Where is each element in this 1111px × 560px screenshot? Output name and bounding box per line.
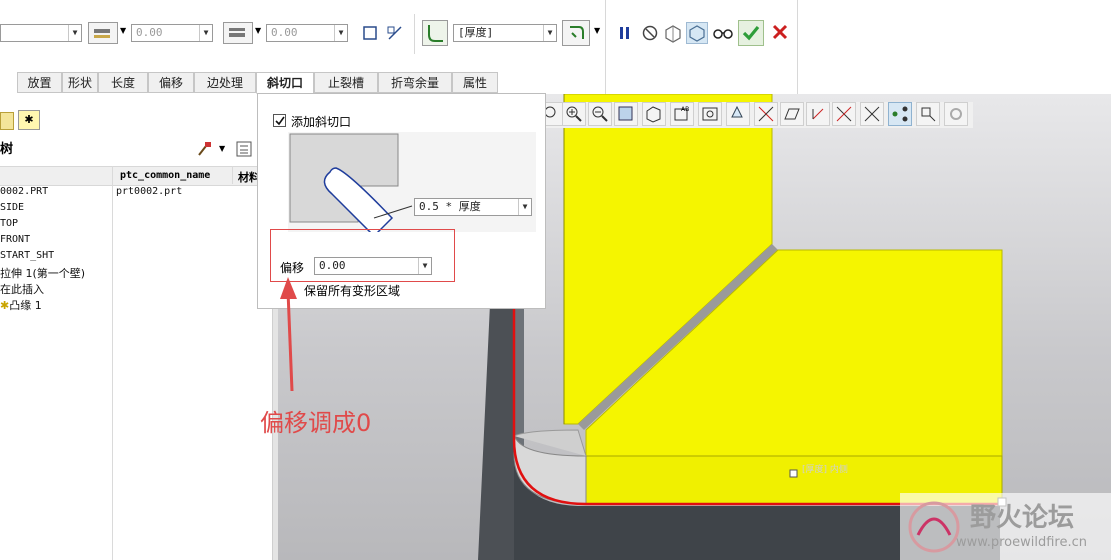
refit-icon[interactable] bbox=[614, 102, 638, 126]
thickness-combo-1[interactable]: 0.00 ▼ bbox=[131, 24, 213, 42]
point-display-icon[interactable] bbox=[860, 102, 884, 126]
watermark-url: www.proewildfire.cn bbox=[956, 535, 1087, 550]
x-cancel-icon bbox=[772, 24, 788, 40]
bend-radius-button[interactable] bbox=[422, 20, 448, 46]
annotation-arrow bbox=[280, 277, 297, 392]
no-entry-icon[interactable] bbox=[641, 24, 659, 42]
settings-star-icon[interactable]: ✱ bbox=[18, 110, 40, 130]
csys-display-icon[interactable] bbox=[916, 102, 940, 126]
settings-gear-icon[interactable] bbox=[944, 102, 968, 126]
watermark-title: 野火论坛 bbox=[970, 503, 1075, 533]
chevron-down-icon: ▼ bbox=[68, 25, 81, 41]
tree-row[interactable]: 0002.PRT bbox=[0, 186, 48, 197]
tree-title: 树 bbox=[0, 142, 14, 157]
divider bbox=[232, 166, 233, 184]
geometry-preview-icon[interactable] bbox=[662, 22, 684, 44]
tab-relief[interactable]: 止裂槽 bbox=[314, 72, 378, 93]
annotation-text: 偏移调成0 bbox=[260, 409, 372, 437]
thickness-combo-2[interactable]: 0.00 ▼ bbox=[266, 24, 348, 42]
tab-shape[interactable]: 形状 bbox=[62, 72, 98, 93]
verify-glasses-icon[interactable] bbox=[712, 24, 734, 42]
annotation-display-icon[interactable] bbox=[832, 102, 856, 126]
star-icon: ✱ bbox=[0, 299, 10, 312]
chevron-down-icon: ▼ bbox=[543, 25, 556, 41]
tab-offset[interactable]: 偏移 bbox=[148, 72, 194, 93]
checkmark-icon bbox=[742, 25, 760, 41]
svg-text:AB: AB bbox=[681, 106, 689, 113]
chevron-down-icon[interactable]: ▼ bbox=[219, 144, 225, 153]
left-combo[interactable]: ▼ bbox=[0, 24, 82, 42]
chevron-down-icon: ▼ bbox=[518, 199, 531, 215]
tree-settings-icon[interactable] bbox=[196, 140, 214, 158]
watermark: 野火论坛 www.proewildfire.cn bbox=[900, 493, 1111, 560]
tab-length[interactable]: 长度 bbox=[98, 72, 148, 93]
chevron-down-icon[interactable]: ▼ bbox=[255, 26, 261, 35]
profile-sketch-icon[interactable] bbox=[362, 24, 380, 42]
display-style-icon[interactable] bbox=[698, 102, 722, 126]
tree-row-label: 凸缘 1 bbox=[9, 299, 42, 312]
tab-bend-allowance[interactable]: 折弯余量 bbox=[378, 72, 452, 93]
tree-columns-icon[interactable] bbox=[236, 140, 252, 158]
chevron-down-icon: ▼ bbox=[418, 258, 431, 274]
flip-direction-icon[interactable] bbox=[386, 24, 404, 42]
chevron-down-icon[interactable]: ▼ bbox=[120, 26, 126, 35]
forum-logo-icon bbox=[908, 501, 960, 553]
saved-views-icon[interactable]: AB bbox=[670, 102, 694, 126]
add-miter-label: 添加斜切口 bbox=[291, 115, 352, 129]
tab-miter-cuts[interactable]: 斜切口 bbox=[256, 72, 314, 94]
tree-row[interactable]: SIDE bbox=[0, 202, 24, 213]
datum-axes-icon[interactable] bbox=[754, 102, 778, 126]
chevron-down-icon: ▼ bbox=[199, 25, 212, 41]
datum-planes-icon[interactable] bbox=[726, 102, 750, 126]
reorient-icon[interactable] bbox=[642, 102, 666, 126]
tree-row[interactable]: 在此插入 bbox=[0, 281, 44, 297]
divider bbox=[112, 166, 113, 560]
miter-width-combo[interactable]: 0.5 * 厚度 ▼ bbox=[414, 198, 532, 216]
tab-properties[interactable]: 属性 bbox=[452, 72, 498, 93]
offset-label: 偏移 bbox=[280, 261, 305, 275]
spin-center-icon[interactable] bbox=[888, 102, 912, 126]
keep-zones-label: 保留所有变形区域 bbox=[304, 284, 401, 298]
model-tree-panel: ✱ 树 ▼ ptc_common_name 材料 0002.PRT prt000… bbox=[0, 94, 272, 560]
coordinate-system-icon[interactable] bbox=[806, 102, 830, 126]
thickness-side-button-2[interactable] bbox=[223, 22, 253, 44]
cancel-button[interactable] bbox=[770, 22, 790, 42]
add-miter-checkbox[interactable] bbox=[273, 114, 286, 127]
column-header[interactable]: ptc_common_name bbox=[120, 170, 210, 181]
tree-row[interactable]: START_SHT bbox=[0, 250, 54, 261]
zoom-in-icon[interactable] bbox=[562, 102, 586, 126]
dimension-label[interactable]: [厚度] 内侧 bbox=[802, 462, 848, 475]
tree-row[interactable]: ✱凸缘 1 bbox=[0, 297, 42, 313]
tree-cell: prt0002.prt bbox=[116, 186, 183, 197]
pause-icon[interactable] bbox=[616, 24, 634, 42]
thickness-side-button[interactable] bbox=[88, 22, 118, 44]
chevron-down-icon: ▼ bbox=[334, 25, 347, 41]
folder-icon[interactable] bbox=[0, 112, 14, 130]
ok-button[interactable] bbox=[738, 20, 764, 46]
divider bbox=[797, 0, 798, 94]
chevron-down-icon[interactable]: ▼ bbox=[594, 26, 600, 35]
tree-row[interactable]: 拉伸 1(第一个壁) bbox=[0, 265, 85, 281]
bend-radius-ref-combo[interactable]: [厚度] ▼ bbox=[453, 24, 557, 42]
tree-row[interactable]: FRONT bbox=[0, 234, 30, 245]
zoom-out-icon[interactable] bbox=[588, 102, 612, 126]
tab-placement[interactable]: 放置 bbox=[17, 72, 62, 93]
feature-preview-icon[interactable] bbox=[686, 22, 708, 44]
offset-input[interactable]: 0.00 ▼ bbox=[314, 257, 432, 275]
divider bbox=[605, 0, 606, 94]
datum-points-icon[interactable] bbox=[780, 102, 804, 126]
bend-radius-side-button[interactable] bbox=[562, 20, 590, 46]
tree-row[interactable]: TOP bbox=[0, 218, 18, 229]
divider bbox=[414, 14, 415, 54]
miter-illustration bbox=[288, 132, 536, 238]
tab-edge-treatment[interactable]: 边处理 bbox=[194, 72, 256, 93]
